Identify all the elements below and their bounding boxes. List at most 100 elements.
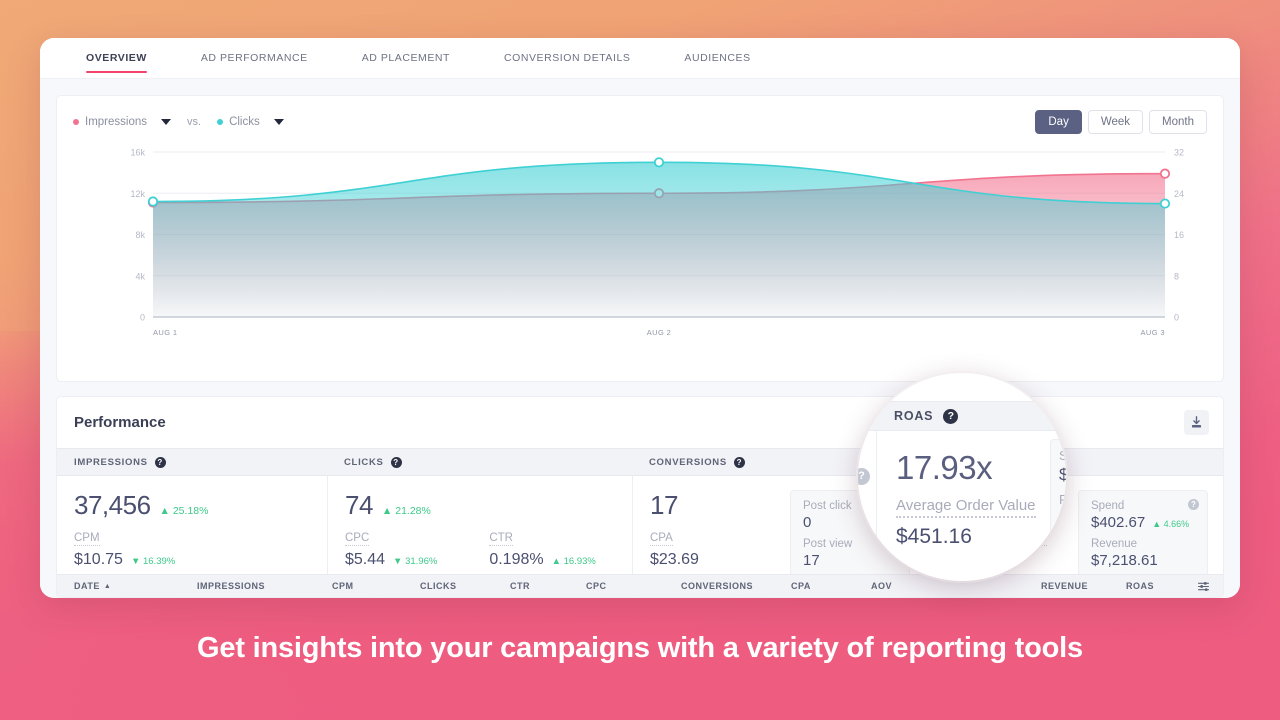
metric-header-impressions: IMPRESSIONS ? bbox=[57, 456, 327, 468]
metric-header-impressions-label: IMPRESSIONS bbox=[74, 456, 148, 468]
metric-header-conversions-label: CONVERSIONS bbox=[649, 456, 727, 468]
magnifier-aov-label: Average Order Value bbox=[896, 497, 1036, 518]
table-header-clicks[interactable]: CLICKS bbox=[420, 581, 510, 591]
metric-sublabel-ctr: CTR bbox=[489, 532, 513, 546]
svg-text:16k: 16k bbox=[130, 148, 145, 158]
metric-value-conversions-row: 17 bbox=[650, 490, 790, 521]
svg-text:16: 16 bbox=[1174, 230, 1184, 240]
roas-breakdown-box: ? Spend $402.67 ▲ 4.66% Revenue $7,218.6… bbox=[1078, 490, 1208, 579]
metric-value-clicks-row: 74 ▲ 21.28% bbox=[345, 490, 632, 521]
chart-header: Impressions vs. Clicks Day Week Month bbox=[57, 96, 1223, 134]
table-header-cpm[interactable]: CPM bbox=[332, 581, 420, 591]
svg-text:8: 8 bbox=[1174, 271, 1179, 281]
metric-sub-cpc: CPC $5.44 ▼ 31.96% bbox=[345, 521, 437, 569]
table-header-cpa[interactable]: CPA bbox=[791, 581, 871, 591]
magnifier-aov-value: $451.16 bbox=[896, 525, 972, 548]
magnifier-lens: ROAS ? 17.93x Average Order Value $451.1… bbox=[858, 373, 1066, 581]
metric-card-impressions: 37,456 ▲ 25.18% CPM $10.75 ▼ 16.39% bbox=[57, 476, 327, 588]
metric-value-clicks: 74 bbox=[345, 490, 373, 520]
metric-sub-pairs-clicks: CPC $5.44 ▼ 31.96% CTR 0.198% ▲ 16.93% bbox=[345, 521, 632, 569]
tab-ad-performance[interactable]: AD PERFORMANCE bbox=[201, 52, 308, 73]
metric-header-clicks: CLICKS ? bbox=[327, 456, 632, 468]
column-settings-glyph bbox=[1198, 581, 1209, 591]
help-icon-conversions-magnified[interactable]: ? bbox=[858, 468, 870, 485]
revenue-value: $7,218.61 bbox=[1091, 552, 1158, 569]
range-button-day[interactable]: Day bbox=[1035, 110, 1082, 134]
help-icon-impressions[interactable]: ? bbox=[154, 456, 166, 468]
screenshot-stage: OVERVIEW AD PERFORMANCE AD PLACEMENT CON… bbox=[0, 0, 1280, 720]
metric-value-impressions-row: 37,456 ▲ 25.18% bbox=[74, 490, 327, 521]
svg-text:0: 0 bbox=[140, 313, 145, 323]
table-header-date[interactable]: DATE ▲ bbox=[57, 581, 197, 591]
legend-series-clicks[interactable]: Clicks bbox=[217, 116, 284, 128]
tab-conversion-details[interactable]: CONVERSION DETAILS bbox=[504, 52, 630, 73]
svg-text:0: 0 bbox=[1174, 313, 1179, 323]
help-icon-spend[interactable]: ? bbox=[1188, 499, 1199, 510]
range-toggle-group: Day Week Month bbox=[1029, 110, 1207, 134]
marketing-caption: Get insights into your campaigns with a … bbox=[197, 632, 1083, 664]
download-glyph bbox=[1191, 416, 1202, 428]
table-header-conversions[interactable]: CONVERSIONS bbox=[681, 581, 791, 591]
metric-subvalue-cpa-row: $23.69 bbox=[650, 551, 790, 569]
table-header-aov[interactable]: AOV bbox=[871, 581, 1041, 591]
metric-subvalue-ctr-row: 0.198% ▲ 16.93% bbox=[489, 551, 596, 569]
download-icon[interactable] bbox=[1184, 410, 1209, 435]
page-title: Performance bbox=[74, 414, 166, 431]
help-icon-roas-magnified[interactable]: ? bbox=[943, 408, 959, 424]
chart-legend: Impressions vs. Clicks bbox=[73, 116, 284, 128]
help-icon-clicks[interactable]: ? bbox=[390, 456, 402, 468]
chevron-down-icon-clicks[interactable] bbox=[273, 119, 284, 125]
legend-series-impressions[interactable]: Impressions bbox=[73, 116, 171, 128]
table-header-ctr[interactable]: CTR bbox=[510, 581, 586, 591]
metric-delta-impressions: ▲ 25.18% bbox=[159, 505, 209, 517]
legend-dot-impressions bbox=[73, 119, 79, 125]
metric-card-clicks: 74 ▲ 21.28% CPC $5.44 ▼ 31.96% CTR 0.198… bbox=[327, 476, 632, 588]
column-settings-icon[interactable] bbox=[1186, 581, 1223, 591]
legend-label-clicks: Clicks bbox=[229, 116, 260, 128]
revenue-label: Revenue bbox=[1091, 538, 1138, 550]
metric-delta-clicks: ▲ 21.28% bbox=[381, 505, 431, 517]
metric-subdelta-cpm: ▼ 16.39% bbox=[130, 556, 176, 567]
tab-ad-placement[interactable]: AD PLACEMENT bbox=[362, 52, 450, 73]
tab-ad-performance-label: AD PERFORMANCE bbox=[200, 52, 308, 64]
table-header-revenue[interactable]: REVENUE bbox=[1041, 581, 1126, 591]
metric-subvalue-cpc: $5.44 bbox=[345, 551, 386, 568]
table-header-impressions[interactable]: IMPRESSIONS bbox=[197, 581, 332, 591]
chart-plot-area[interactable]: 16k 32 12k 24 8k 16 4k 8 0 0 AUG 1 AUG 2 AUG 3 bbox=[57, 142, 1223, 377]
table-header-cpc[interactable]: CPC bbox=[586, 581, 681, 591]
metric-header-clicks-label: CLICKS bbox=[344, 456, 384, 468]
magnifier-content: ROAS ? 17.93x Average Order Value $451.1… bbox=[858, 373, 1066, 581]
spend-value-row: $402.67 ▲ 4.66% bbox=[1091, 514, 1195, 531]
metric-subvalue-cpc-row: $5.44 ▼ 31.96% bbox=[345, 551, 437, 569]
sort-asc-icon: ▲ bbox=[103, 582, 112, 590]
magnifier-roas-header: ROAS ? bbox=[858, 401, 1066, 431]
metric-subvalue-cpa: $23.69 bbox=[650, 551, 699, 568]
metric-sublabel-cpc: CPC bbox=[345, 532, 370, 546]
legend-vs-label: vs. bbox=[187, 116, 202, 128]
svg-text:AUG 3: AUG 3 bbox=[1140, 328, 1165, 337]
range-button-week[interactable]: Week bbox=[1087, 110, 1144, 134]
svg-text:24: 24 bbox=[1174, 189, 1184, 199]
table-header-roas[interactable]: ROAS bbox=[1126, 581, 1186, 591]
spend-delta: ▲ 4.66% bbox=[1152, 519, 1190, 529]
legend-dot-clicks bbox=[217, 119, 224, 125]
range-button-month[interactable]: Month bbox=[1149, 110, 1207, 134]
metric-sub-ctr: CTR 0.198% ▲ 16.93% bbox=[489, 521, 596, 569]
metric-value-impressions: 37,456 bbox=[74, 490, 151, 520]
tab-conversion-details-label: CONVERSION DETAILS bbox=[504, 52, 631, 64]
chevron-down-icon-impressions[interactable] bbox=[161, 119, 171, 125]
magnifier-roas-value: 17.93x bbox=[896, 449, 993, 486]
tab-bar: OVERVIEW AD PERFORMANCE AD PLACEMENT CON… bbox=[40, 38, 1240, 79]
metric-subvalue-ctr: 0.198% bbox=[489, 551, 544, 568]
metric-sublabel-cpm: CPM bbox=[74, 532, 100, 546]
tab-ad-placement-label: AD PLACEMENT bbox=[361, 52, 450, 64]
help-icon-conversions[interactable]: ? bbox=[733, 456, 745, 468]
magnifier-spend-value: $402.67 bbox=[1059, 465, 1066, 484]
spend-label: Spend bbox=[1091, 500, 1125, 512]
magnifier-column-divider bbox=[876, 431, 877, 581]
svg-text:AUG 1: AUG 1 bbox=[153, 328, 178, 337]
tab-overview[interactable]: OVERVIEW bbox=[86, 52, 147, 73]
metric-value-conversions: 17 bbox=[650, 490, 678, 520]
tab-audiences[interactable]: AUDIENCES bbox=[684, 52, 750, 73]
svg-text:4k: 4k bbox=[135, 271, 145, 281]
